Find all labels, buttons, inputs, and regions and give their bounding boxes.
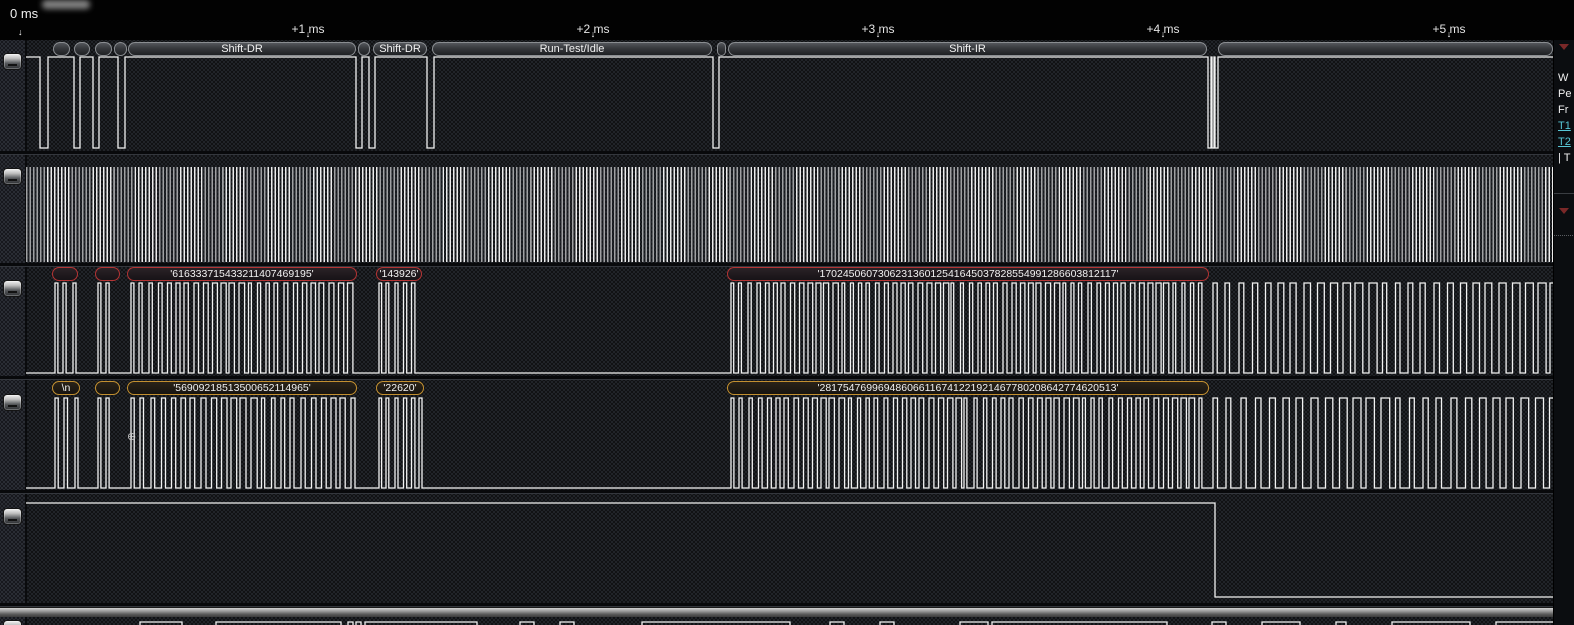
channel-3-collapse-button[interactable] bbox=[3, 280, 22, 297]
timeline-tick-marker-icon[interactable]: ↓ bbox=[1158, 29, 1168, 39]
measurement-label: | T bbox=[1558, 152, 1574, 164]
row-separator bbox=[0, 151, 1553, 155]
channel-2-row bbox=[0, 155, 1574, 263]
row-separator bbox=[0, 603, 1553, 607]
panel-dropdown-triangle-icon[interactable] bbox=[1559, 44, 1569, 50]
channel-1-row: Shift-DRShift-DRRun-Test/IdleShift-IR bbox=[0, 40, 1574, 151]
measurement-label: W bbox=[1558, 72, 1574, 84]
channel-4-row: \n'56909218513500652114965''22620''28175… bbox=[0, 380, 1574, 490]
panel-dotted-separator bbox=[1554, 235, 1574, 236]
minus-icon bbox=[8, 405, 17, 407]
minus-icon bbox=[8, 179, 17, 181]
minus-icon bbox=[8, 291, 17, 293]
panel-dropdown-triangle-icon[interactable] bbox=[1559, 208, 1569, 214]
channel-5-digital-waveform[interactable] bbox=[26, 494, 1553, 603]
redacted-title-blur bbox=[42, 0, 90, 9]
timeline-tick-marker-icon[interactable]: ↓ bbox=[873, 29, 883, 39]
measurement-label: Pe bbox=[1558, 88, 1574, 100]
row-separator bbox=[0, 490, 1553, 494]
channel-3-digital-waveform[interactable] bbox=[26, 267, 1553, 376]
measurement-link[interactable]: T1 bbox=[1558, 120, 1574, 132]
measurement-label: Fr bbox=[1558, 104, 1574, 116]
waveform-viewer: 0 ms ↓ +1 ms↓+2 ms↓+3 ms↓+4 ms↓+5 ms↓ Sh… bbox=[0, 0, 1574, 625]
channel-5-row bbox=[0, 494, 1574, 603]
timeline-origin-marker-icon[interactable]: ↓ bbox=[18, 27, 23, 37]
timeline-tick-marker-icon[interactable]: ↓ bbox=[588, 29, 598, 39]
channel-6-digital-waveform[interactable] bbox=[26, 616, 1553, 625]
channel-1-collapse-button[interactable] bbox=[3, 53, 22, 70]
row-separator bbox=[0, 263, 1553, 267]
channel-2-collapse-button[interactable] bbox=[3, 168, 22, 185]
measurement-panel-clipped: W Pe Fr T1 T2 | T bbox=[1553, 40, 1574, 625]
timing-marker-icon[interactable]: ⊕ bbox=[127, 430, 136, 443]
channel-2-clock-waveform[interactable] bbox=[26, 167, 1553, 262]
minus-icon bbox=[8, 519, 17, 521]
channel-6-row bbox=[0, 616, 1574, 625]
channel-3-row: '616333715433211407469195''143926''17024… bbox=[0, 267, 1574, 376]
timeline-ruler: 0 ms ↓ +1 ms↓+2 ms↓+3 ms↓+4 ms↓+5 ms↓ bbox=[0, 0, 1574, 40]
channel-6-collapse-button[interactable] bbox=[3, 620, 22, 625]
timeline-tick-marker-icon[interactable]: ↓ bbox=[303, 29, 313, 39]
row-separator bbox=[0, 376, 1553, 380]
minus-icon bbox=[8, 64, 17, 66]
channel-4-collapse-button[interactable] bbox=[3, 394, 22, 411]
group-divider-bar[interactable] bbox=[0, 607, 1553, 617]
channel-5-collapse-button[interactable] bbox=[3, 508, 22, 525]
timeline-origin-label: 0 ms bbox=[10, 6, 38, 21]
timeline-tick-marker-icon[interactable]: ↓ bbox=[1444, 29, 1454, 39]
channel-4-digital-waveform[interactable] bbox=[26, 380, 1553, 490]
channel-1-digital-waveform[interactable] bbox=[26, 40, 1553, 151]
measurement-link[interactable]: T2 bbox=[1558, 136, 1574, 148]
panel-divider bbox=[1554, 193, 1574, 194]
